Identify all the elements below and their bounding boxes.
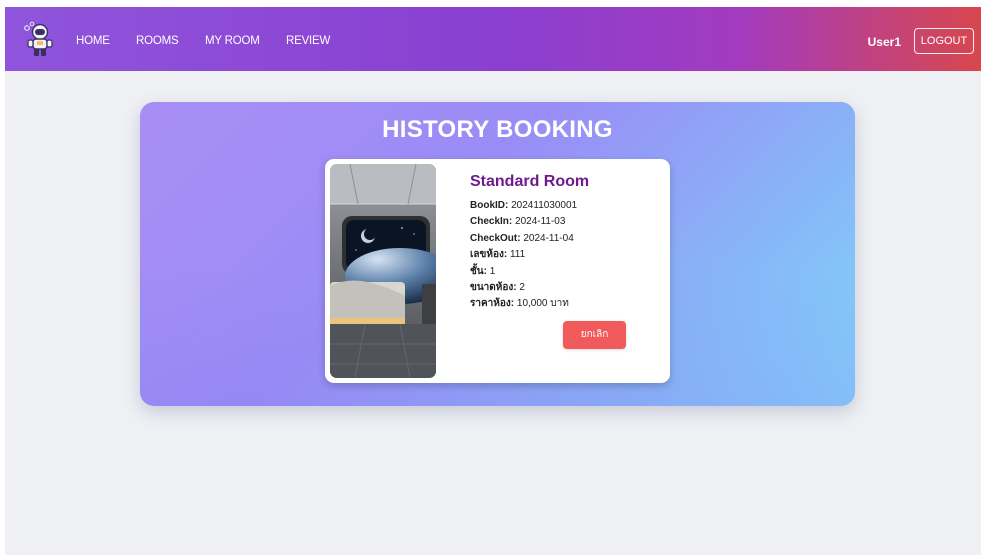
bookid-value: 202411030001: [508, 200, 578, 211]
checkin-value: 2024-11-03: [512, 216, 566, 228]
username-label: User1: [867, 35, 901, 49]
checkout-row: CheckOut: 2024-11-04: [470, 231, 577, 247]
room-price-value: 10,000 บาท: [514, 298, 569, 310]
room-size-row: ขนาดห้อง: 2: [470, 280, 577, 296]
nav-home-link[interactable]: HOME: [76, 35, 110, 47]
cancel-booking-button[interactable]: ยกเลิก: [563, 321, 626, 349]
room-price-label: ราคาห้อง:: [470, 298, 515, 310]
room-price-row: ราคาห้อง: 10,000 บาท: [470, 296, 577, 312]
room-size-value: 2: [516, 282, 525, 294]
room-type-title: Standard Room: [470, 173, 590, 190]
checkout-value: 2024-11-04: [520, 232, 574, 244]
floor-row: ชั้น: 1: [470, 264, 577, 280]
navbar: HOME ROOMS MY ROOM REVIEW User1 LOGOUT: [5, 7, 981, 71]
bookid-row: BookID: 202411030001: [470, 198, 577, 214]
logout-button[interactable]: LOGOUT: [914, 28, 974, 54]
nav-rooms-link[interactable]: ROOMS: [136, 35, 179, 47]
room-size-label: ขนาดห้อง:: [470, 282, 517, 294]
astronaut-logo-icon[interactable]: [23, 21, 57, 57]
bookid-label: BookID:: [470, 200, 509, 211]
booking-details: BookID: 202411030001 CheckIn: 2024-11-03…: [470, 198, 577, 313]
nav-review-link[interactable]: REVIEW: [286, 35, 330, 47]
floor-value: 1: [486, 265, 496, 277]
room-number-row: เลขห้อง: 111: [470, 247, 577, 263]
booking-card: Standard Room BookID: 202411030001 Check…: [325, 159, 670, 383]
history-booking-panel: HISTORY BOOKING Standard Room BookID: 20…: [140, 102, 855, 406]
room-number-value: 111: [507, 249, 526, 261]
room-photo: [330, 164, 436, 378]
checkin-row: CheckIn: 2024-11-03: [470, 214, 577, 230]
page-title: HISTORY BOOKING: [382, 116, 613, 143]
checkin-label: CheckIn:: [470, 216, 513, 228]
page-background: HOME ROOMS MY ROOM REVIEW User1 LOGOUT H…: [5, 7, 981, 555]
nav-my-room-link[interactable]: MY ROOM: [205, 35, 260, 47]
checkout-label: CheckOut:: [470, 232, 521, 244]
floor-label: ชั้น:: [470, 265, 487, 277]
room-number-label: เลขห้อง:: [470, 249, 508, 261]
